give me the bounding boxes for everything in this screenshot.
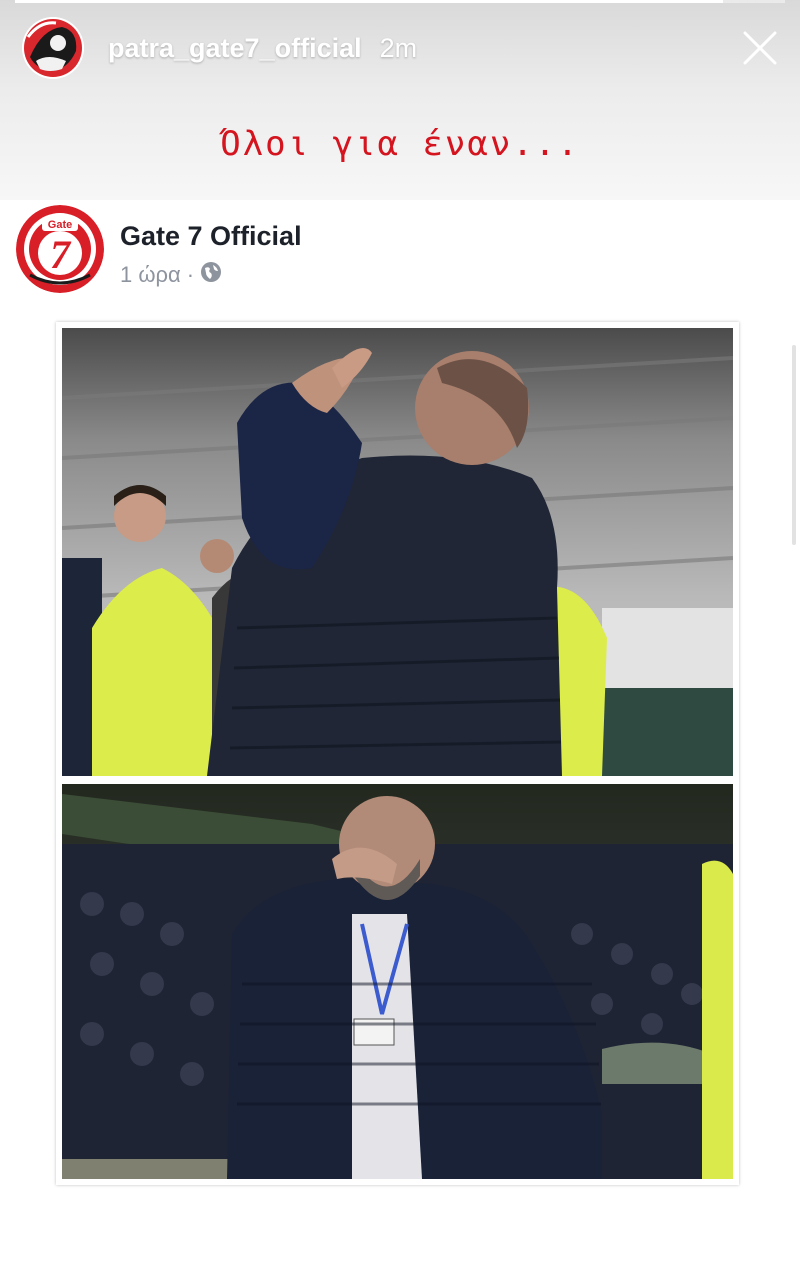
logo-number: 7 <box>50 232 72 277</box>
story-header: patra_gate7_official 2m <box>22 16 778 80</box>
story-avatar[interactable] <box>22 17 84 79</box>
close-icon[interactable] <box>742 30 778 66</box>
post-photo-collage[interactable] <box>56 322 739 1185</box>
story-progress-bar <box>15 0 785 3</box>
post-header: Gate 7 Gate 7 Official 1 ώρα · <box>16 205 716 300</box>
page-logo[interactable]: Gate 7 <box>16 205 104 293</box>
story-username[interactable]: patra_gate7_official <box>108 33 362 64</box>
photo-bottom[interactable] <box>62 784 733 1179</box>
logo-text: Gate <box>48 219 72 231</box>
post-time[interactable]: 1 ώρα <box>120 262 181 288</box>
scrollbar[interactable] <box>792 345 796 545</box>
photo-top[interactable] <box>62 328 733 776</box>
page-name[interactable]: Gate 7 Official <box>120 221 302 252</box>
globe-icon <box>200 261 222 289</box>
story-caption: Όλοι για έναν... <box>220 124 580 164</box>
story-time: 2m <box>379 32 418 63</box>
meta-separator: · <box>186 262 195 287</box>
story-progress-fill <box>15 0 724 3</box>
post-meta: 1 ώρα · <box>120 261 222 289</box>
